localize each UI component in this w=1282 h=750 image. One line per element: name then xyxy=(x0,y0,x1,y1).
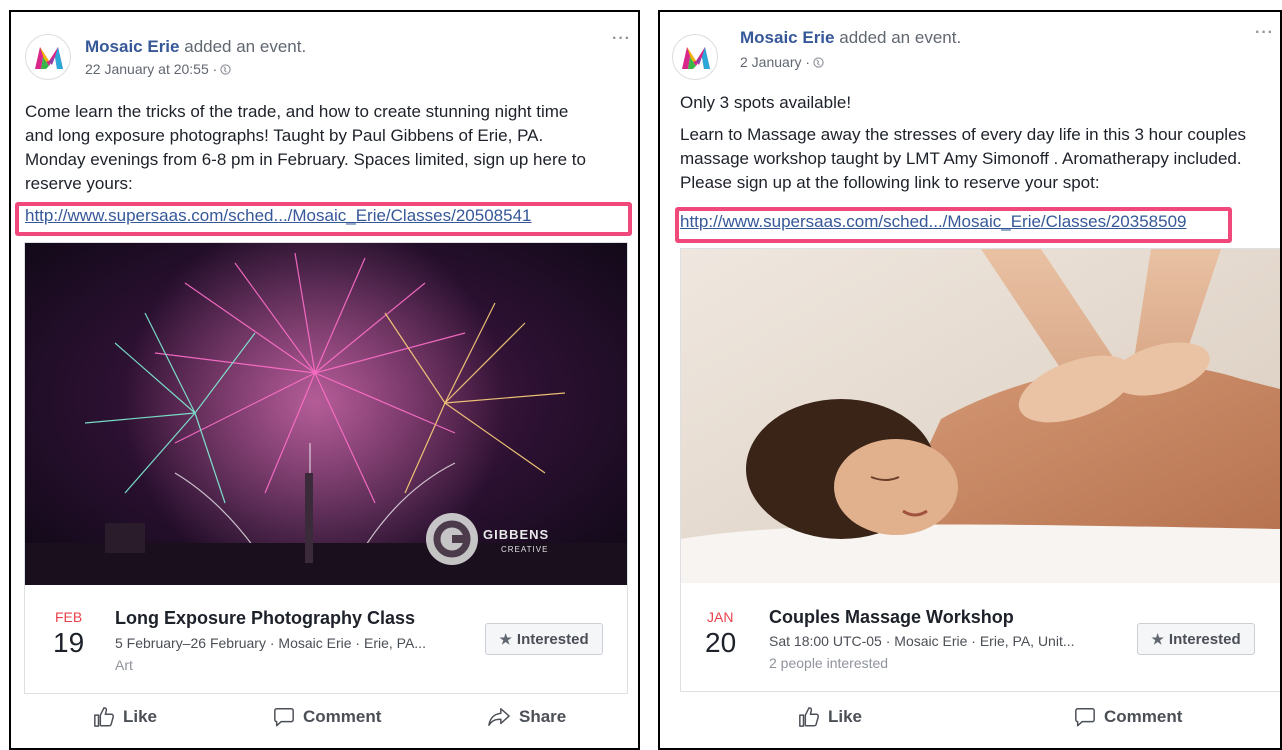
post-link[interactable]: http://www.supersaas.com/sched.../Mosaic… xyxy=(680,212,1186,232)
event-image-massage[interactable] xyxy=(681,249,1280,585)
post-body: Come learn the tricks of the trade, and … xyxy=(25,100,637,196)
like-button[interactable]: Like xyxy=(93,706,157,728)
mosaic-logo-icon xyxy=(35,47,63,69)
comment-label: Comment xyxy=(303,707,382,726)
globe-icon xyxy=(220,62,231,78)
thumbs-up-icon xyxy=(799,707,820,727)
interested-button[interactable]: ★ Interested xyxy=(485,623,603,655)
event-month: FEB xyxy=(55,609,83,625)
event-post-photography: Mosaic Erie added an event. 22 January a… xyxy=(9,10,640,750)
post-action-text: added an event. xyxy=(184,37,307,56)
interested-label: Interested xyxy=(1168,630,1241,648)
comment-button[interactable]: Comment xyxy=(273,706,381,728)
event-interest-count: 2 people interested xyxy=(769,655,889,671)
post-header: Mosaic Erie added an event. xyxy=(85,37,306,57)
post-meta: 2 January · xyxy=(740,54,824,71)
post-body-line: Monday evenings from 6-8 pm in February.… xyxy=(25,150,586,169)
like-label: Like xyxy=(828,707,863,726)
event-category: Art xyxy=(115,657,133,673)
post-link[interactable]: http://www.supersaas.com/sched.../Mosaic… xyxy=(25,206,531,226)
event-details: 5 February–26 February · Mosaic Erie · E… xyxy=(115,635,426,651)
more-options-icon[interactable]: ··· xyxy=(612,30,631,48)
watermark-sub: CREATIVE xyxy=(501,545,548,554)
page-avatar[interactable] xyxy=(25,34,71,80)
event-info: JAN 20 Couples Massage Workshop Sat 18:0… xyxy=(681,583,1280,691)
event-month: JAN xyxy=(707,609,734,625)
watermark-name: GIBBENS xyxy=(483,527,549,542)
event-day: 19 xyxy=(53,627,85,658)
event-card[interactable]: JAN 20 Couples Massage Workshop Sat 18:0… xyxy=(680,248,1280,692)
event-day: 20 xyxy=(705,627,737,658)
post-body-line: reserve yours: xyxy=(25,174,133,193)
post-body-line: Learn to Massage away the stresses of ev… xyxy=(680,125,1247,144)
post-body-line: and long exposure photographs! Taught by… xyxy=(25,126,544,145)
more-options-icon[interactable]: ··· xyxy=(1255,24,1274,42)
event-title[interactable]: Long Exposure Photography Class xyxy=(115,608,415,629)
share-arrow-icon xyxy=(488,708,510,726)
event-image-fireworks[interactable]: GIBBENS CREATIVE xyxy=(25,243,627,587)
interested-button[interactable]: ★ Interested xyxy=(1137,623,1255,655)
comment-bubble-icon xyxy=(1075,708,1095,727)
post-body-line: massage workshop taught by LMT Amy Simon… xyxy=(680,149,1242,168)
post-header: Mosaic Erie added an event. xyxy=(740,28,961,48)
event-post-massage: Mosaic Erie added an event. 2 January · … xyxy=(658,10,1282,750)
comment-label: Comment xyxy=(1104,707,1183,726)
post-body-line: Please sign up at the following link to … xyxy=(680,173,1100,192)
event-title[interactable]: Couples Massage Workshop xyxy=(769,607,1014,628)
post-body-line: Only 3 spots available! xyxy=(680,93,852,112)
share-button[interactable]: Share xyxy=(487,706,566,728)
thumbs-up-icon xyxy=(94,707,115,727)
mosaic-logo-icon xyxy=(682,47,710,69)
star-icon: ★ xyxy=(1151,630,1164,647)
share-label: Share xyxy=(519,707,567,726)
comment-button[interactable]: Comment xyxy=(1074,706,1182,728)
post-action-text: added an event. xyxy=(839,28,962,47)
post-body: Only 3 spots available! Learn to Massage… xyxy=(680,91,1280,195)
star-icon: ★ xyxy=(499,630,512,647)
event-info: FEB 19 Long Exposure Photography Class 5… xyxy=(25,585,627,693)
like-button[interactable]: Like xyxy=(798,706,862,728)
globe-icon xyxy=(813,55,824,71)
interested-label: Interested xyxy=(516,630,589,648)
page-avatar[interactable] xyxy=(672,34,718,80)
like-label: Like xyxy=(123,707,158,726)
post-timestamp[interactable]: 22 January at 20:55 · xyxy=(85,61,217,77)
post-timestamp[interactable]: 2 January · xyxy=(740,54,810,70)
author-name[interactable]: Mosaic Erie xyxy=(85,37,180,56)
event-details: Sat 18:00 UTC-05 · Mosaic Erie · Erie, P… xyxy=(769,633,1075,649)
comment-bubble-icon xyxy=(274,708,294,727)
author-name[interactable]: Mosaic Erie xyxy=(740,28,835,47)
post-meta: 22 January at 20:55 · xyxy=(85,61,231,78)
event-card[interactable]: GIBBENS CREATIVE FEB 19 Long Exposure Ph… xyxy=(24,242,628,694)
post-body-line: Come learn the tricks of the trade, and … xyxy=(25,102,569,121)
